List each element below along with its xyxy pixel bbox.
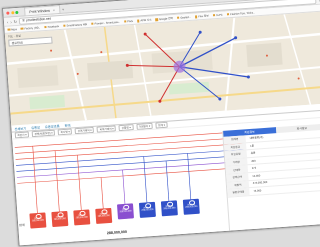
bookmark-item[interactable]: Geolad .. (176, 15, 191, 19)
flow-node[interactable]: 2019.02 288,000,000 (51, 210, 69, 228)
filter-select[interactable]: 회원사 ▾ (14, 131, 30, 139)
close-tab-icon[interactable]: × (53, 8, 55, 12)
flow-node[interactable]: 판매처 288,000,000 (116, 203, 134, 220)
bookmark-item[interactable]: Pioneer - SmartLeas.. (90, 20, 120, 25)
minimize-window-button[interactable] (10, 10, 14, 14)
bookmark-item[interactable]: Factory | BD.. (20, 26, 40, 30)
reload-icon[interactable]: ↻ (13, 18, 17, 23)
flow-node[interactable]: 2019.02 288,000,000 (138, 201, 156, 218)
url-text: ① ymoleetidee.net (21, 16, 51, 23)
tab-network[interactable]: 유통망 (31, 124, 40, 130)
window-controls (6, 10, 19, 15)
map-search-value: 경로안내 (11, 40, 23, 45)
bookmark-item[interactable]: Pack (123, 19, 133, 23)
flow-node[interactable]: 2019.02 288,000,000 (182, 198, 200, 215)
close-window-button[interactable] (6, 11, 10, 15)
forward-icon[interactable]: › (10, 19, 12, 24)
flow-node[interactable]: 2019.02 288,000,000 (29, 212, 47, 229)
filter-select[interactable]: 상품명 ▾ (118, 124, 134, 132)
bookmark-item[interactable]: Fashion Tips, Tricks.. (226, 11, 255, 16)
tab-all[interactable]: 전체보기 (14, 125, 26, 131)
bookmark-item[interactable]: APM 시스 (136, 18, 152, 23)
back-icon[interactable]: ‹ (7, 19, 9, 24)
tab-title: Print Window (29, 8, 51, 14)
filter-select[interactable]: 합계 ▾ (155, 121, 168, 129)
flow-node[interactable]: 2019.02 288,000,000 (95, 207, 113, 224)
bookmark-item[interactable]: Flux 정보 (194, 14, 209, 19)
bookmark-item[interactable]: hLPC (212, 13, 223, 17)
flow-node[interactable]: 2019.02 288,000,000 (160, 200, 178, 217)
bookmark-item[interactable]: SmartFactory NBI (62, 23, 87, 28)
maximize-window-button[interactable] (15, 10, 19, 14)
browser-window: Print Window × + ‹ › ↻ ① ymoleetidee.net… (2, 0, 320, 247)
detail-panel: 회원정보 회사정보 업체명 대한물류(주) 회원등급 1등 회원유형 유통 거래량 40… (222, 123, 320, 231)
left-label: 합계 (19, 222, 25, 228)
bookmark-item[interactable]: Apps (7, 28, 17, 32)
flow-node[interactable]: 2019.02 288,000,000 (73, 209, 91, 226)
bookmark-item[interactable]: Google 번역 (155, 16, 173, 21)
filter-select[interactable]: 거래일자 ▾ (135, 122, 153, 130)
tab-network-flow[interactable]: 유통망흐름 (45, 123, 60, 129)
tab-sales[interactable]: 판매 (64, 122, 70, 127)
filter-select[interactable]: 회사명 ▾ (57, 128, 73, 136)
bookmark-item[interactable]: Facebook (44, 25, 59, 29)
new-tab-button[interactable]: + (62, 6, 65, 11)
main-content: 전체보기 유통망 유통망흐름 판매 회원사 ▾ 판매처(점포명) ▾ 회사명 ▾… (11, 103, 320, 247)
